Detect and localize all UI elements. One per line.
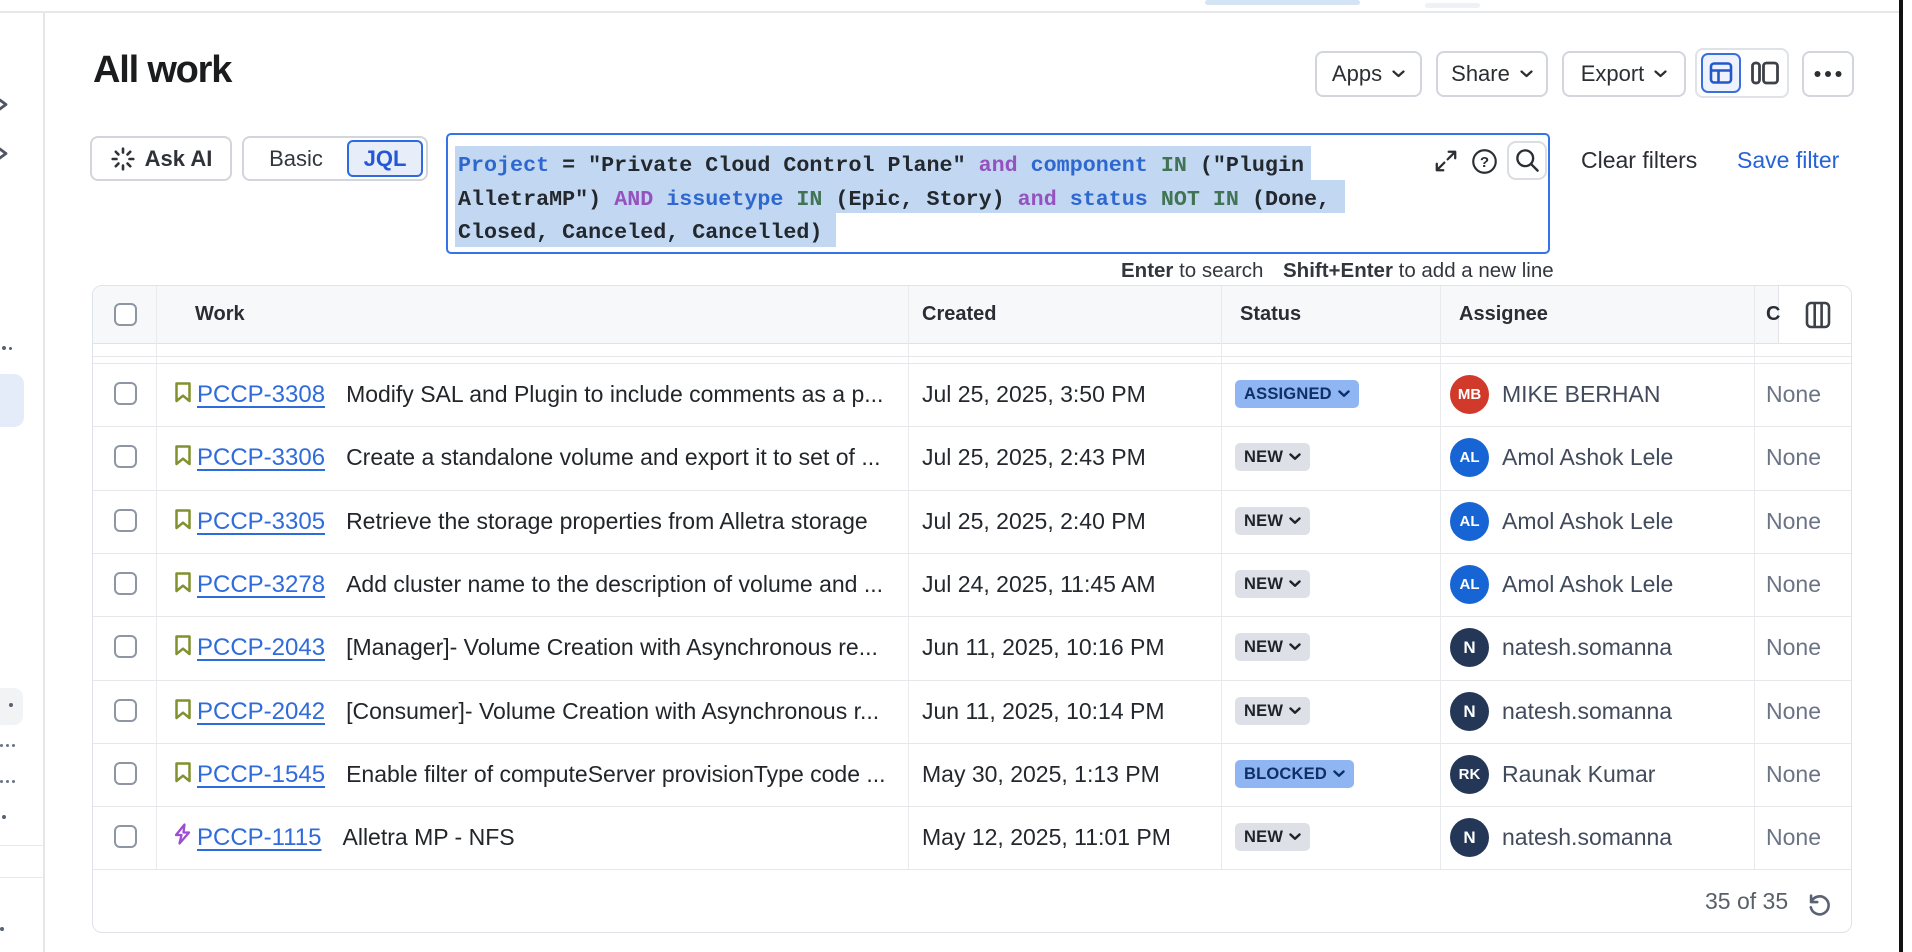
svg-text:?: ? — [1480, 154, 1489, 171]
